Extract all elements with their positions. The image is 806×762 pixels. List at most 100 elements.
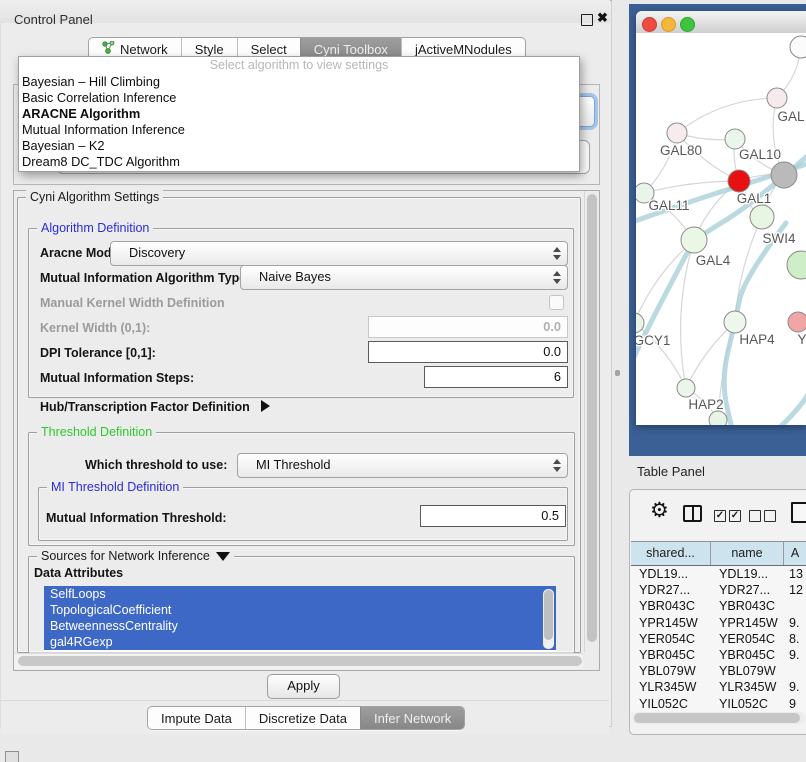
attribute-list-item[interactable]: gal4RGexp <box>44 634 556 650</box>
stepper-icon <box>553 271 560 284</box>
network-node[interactable] <box>750 205 774 229</box>
float-panel-icon[interactable] <box>581 14 593 26</box>
table-row[interactable]: YLR345WYLR345W9. <box>631 679 806 695</box>
close-window-icon[interactable] <box>642 17 657 32</box>
column-header-shared-name[interactable]: shared... <box>631 542 711 565</box>
table-row[interactable]: YBL079WYBL079W <box>631 663 806 679</box>
table-row[interactable]: YDR27...YDR27...12 <box>631 582 806 598</box>
data-attributes-list[interactable]: SelfLoopsTopologicalCoefficientBetweenne… <box>44 586 556 652</box>
tab-impute-data[interactable]: Impute Data <box>148 707 245 729</box>
algorithm-option[interactable]: Dream8 DC_TDC Algorithm <box>19 154 579 170</box>
table-cell: 9. <box>784 615 806 631</box>
table-cell: YDR27... <box>711 582 784 598</box>
table-row[interactable]: YER054CYER054C8. <box>631 631 806 647</box>
algorithm-option[interactable]: ARACNE Algorithm <box>19 106 579 122</box>
scrollbar-thumb[interactable] <box>587 194 597 642</box>
mi-type-combo[interactable]: Naive Bayes <box>240 265 568 290</box>
table-cell: 13 <box>784 566 806 582</box>
settings-vertical-scrollbar[interactable] <box>584 191 599 652</box>
algorithm-option-list: Bayesian – Hill ClimbingBasic Correlatio… <box>19 74 579 170</box>
tab-impute-data-label: Impute Data <box>161 711 232 726</box>
table-cell: YLR345W <box>711 679 784 695</box>
network-node-gal80[interactable] <box>667 123 687 143</box>
network-node-swi4[interactable] <box>787 251 806 279</box>
network-icon <box>102 41 115 57</box>
network-edge[interactable] <box>677 98 777 133</box>
mi-steps-field[interactable]: 6 <box>424 366 568 388</box>
network-node-hap2[interactable] <box>677 379 695 397</box>
table-row[interactable]: YIL052CYIL052C9 <box>631 696 806 712</box>
minimize-window-icon[interactable] <box>661 17 676 32</box>
mi-threshold-field[interactable]: 0.5 <box>420 505 566 527</box>
which-threshold-combo[interactable]: MI Threshold <box>237 453 568 478</box>
attribute-list-item[interactable]: BetweennessCentrality <box>44 618 556 634</box>
network-edge-highlighted[interactable] <box>636 240 694 378</box>
network-window-titlebar[interactable] <box>636 11 806 34</box>
network-node[interactable] <box>771 162 797 188</box>
table-cell: YBR045C <box>631 647 711 663</box>
node-label: GAL80 <box>660 143 702 158</box>
mi-steps-label: Mutual Information Steps: <box>40 371 194 385</box>
network-node[interactable] <box>709 411 727 425</box>
algorithm-option[interactable]: Basic Correlation Inference <box>19 90 579 106</box>
collapse-down-arrow-icon[interactable] <box>216 552 230 561</box>
algorithm-option[interactable]: Bayesian – K2 <box>19 138 579 154</box>
scrollbar-thumb[interactable] <box>634 713 800 723</box>
table-panel: ⚙ ✓ ✓ shared... name A YDL19...YDL19...1… <box>629 489 806 735</box>
checked-checkbox-icon[interactable]: ✓ <box>729 510 741 522</box>
hub-definition-expander[interactable]: Hub/Transcription Factor Definition <box>40 400 270 414</box>
unchecked-checkbox-icon[interactable] <box>764 510 776 522</box>
network-node-y[interactable] <box>788 312 806 332</box>
column-header-cut[interactable]: A <box>784 542 806 565</box>
network-canvas[interactable]: GALGAL80GAL10GAL1GAL11SWI4GAL4GCY1HAP4YH… <box>636 33 806 425</box>
table-row[interactable]: YDL19...YDL19...13 <box>631 566 806 582</box>
network-edge-highlighted[interactable] <box>764 369 806 425</box>
algorithm-option[interactable]: Mutual Information Inference <box>19 122 579 138</box>
table-cell: YER054C <box>711 631 784 647</box>
attribute-list-item[interactable]: TopologicalCoefficient <box>44 602 556 618</box>
settings-horizontal-scrollbar[interactable] <box>14 653 583 669</box>
network-node-hap4[interactable] <box>724 311 746 333</box>
node-label: GCY1 <box>636 333 670 348</box>
columns-icon[interactable] <box>683 505 702 522</box>
close-panel-icon[interactable]: ✖ <box>597 10 608 26</box>
attributes-list-scrollbar[interactable] <box>543 589 554 649</box>
column-header-name[interactable]: name <box>711 542 784 565</box>
table-row[interactable]: YPR145WYPR145W9. <box>631 615 806 631</box>
zoom-window-icon[interactable] <box>680 17 695 32</box>
algorithm-option[interactable]: Bayesian – Hill Climbing <box>19 74 579 90</box>
tab-discretize-data[interactable]: Discretize Data <box>245 707 360 729</box>
node-label: GAL11 <box>648 198 689 213</box>
unchecked-checkbox-icon[interactable] <box>749 510 761 522</box>
table-row[interactable]: YBR043CYBR043C <box>631 598 806 614</box>
network-node-gal[interactable] <box>767 88 787 108</box>
gear-icon[interactable]: ⚙ <box>650 498 669 523</box>
apply-button[interactable]: Apply <box>267 674 340 699</box>
tab-infer-network[interactable]: Infer Network <box>360 707 464 729</box>
aracne-mode-combo[interactable]: Discovery <box>110 241 568 266</box>
table-row[interactable]: YBR045CYBR045C9. <box>631 647 806 663</box>
network-node-gal1[interactable] <box>728 170 750 192</box>
stepper-icon <box>553 459 560 472</box>
dpi-tolerance-field[interactable]: 0.0 <box>368 341 568 363</box>
cyni-settings-title: Cyni Algorithm Settings <box>26 190 163 204</box>
node-label: SWI4 <box>762 231 795 246</box>
tab-cyni-toolbox-label: Cyni Toolbox <box>314 42 388 57</box>
network-node-gal10[interactable] <box>725 129 745 149</box>
network-node[interactable] <box>790 36 806 58</box>
expand-right-arrow-icon <box>261 400 270 412</box>
scrollbar-thumb[interactable] <box>544 590 553 640</box>
network-node-gal4[interactable] <box>681 227 707 253</box>
export-table-icon[interactable] <box>791 502 806 523</box>
attribute-list-item[interactable]: SelfLoops <box>44 586 556 602</box>
table-cell: 8. <box>784 631 806 647</box>
kernel-width-field[interactable]: 0.0 <box>368 316 568 338</box>
scrollbar-thumb[interactable] <box>18 656 582 666</box>
manual-kernel-checkbox[interactable] <box>549 295 564 310</box>
hidden-panel-grip-icon[interactable] <box>5 751 19 762</box>
mi-threshold-label: Mutual Information Threshold: <box>46 511 227 525</box>
panel-splitter-handle[interactable] <box>615 370 620 376</box>
table-horizontal-scrollbar[interactable] <box>632 712 805 724</box>
checked-checkbox-icon[interactable]: ✓ <box>714 510 726 522</box>
manual-kernel-label: Manual Kernel Width Definition <box>40 296 225 310</box>
